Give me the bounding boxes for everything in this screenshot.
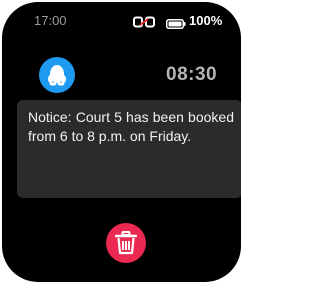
status-bar: 17:00 100% — [2, 13, 241, 33]
link-icon — [133, 15, 155, 28]
qq-penguin-icon[interactable] — [39, 57, 75, 93]
watch-screen: 17:00 100% 08:30 Notice: Court 5 has bee… — [2, 2, 241, 282]
battery-percent: 100% — [189, 13, 223, 28]
notification-message: Notice: Court 5 has been booked from 6 t… — [28, 109, 234, 144]
clock-time: 08:30 — [166, 64, 218, 85]
status-time: 17:00 — [34, 13, 67, 28]
battery-icon — [166, 16, 186, 29]
delete-button[interactable] — [106, 223, 146, 263]
notification-card[interactable]: Notice: Court 5 has been booked from 6 t… — [17, 100, 241, 198]
trash-icon — [115, 231, 137, 255]
